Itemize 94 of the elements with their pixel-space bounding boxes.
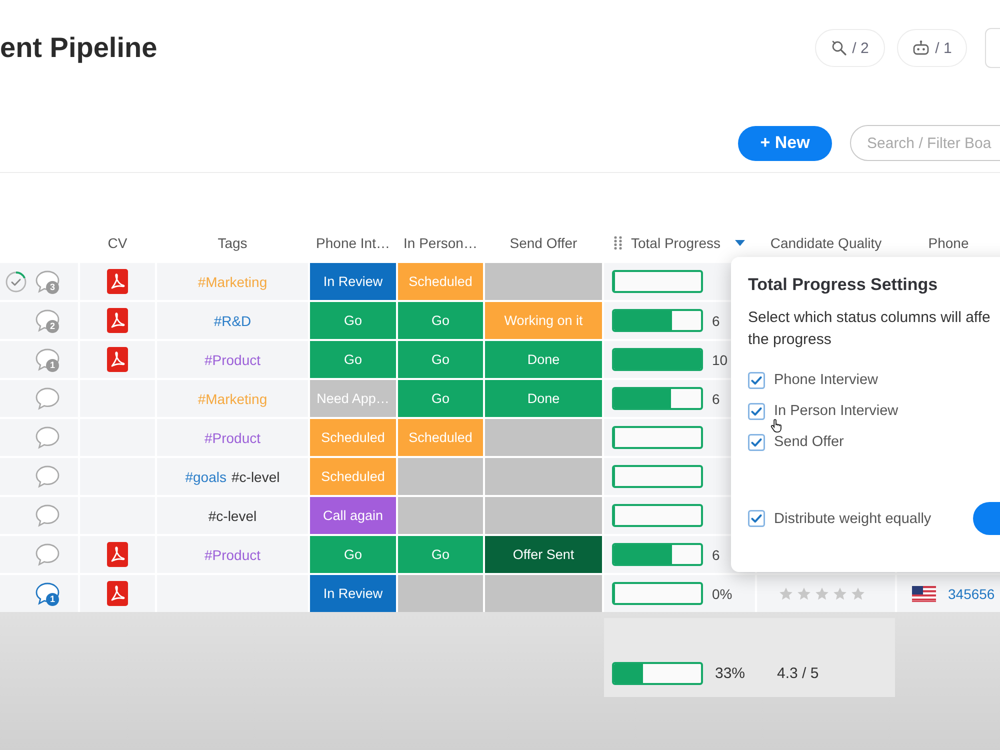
star-icon[interactable] xyxy=(779,586,793,600)
star-icon[interactable] xyxy=(851,586,865,600)
column-header: Total Progress xyxy=(631,235,720,251)
status-cell[interactable] xyxy=(398,458,483,495)
status-cell[interactable]: Go xyxy=(310,536,396,573)
pdf-icon[interactable] xyxy=(107,347,128,372)
status-cell[interactable]: Go xyxy=(310,302,396,339)
status-cell[interactable]: Working on it xyxy=(485,302,602,339)
status-cell[interactable]: Scheduled xyxy=(310,419,396,456)
tag-link[interactable]: #c-level xyxy=(208,508,257,524)
robot-icon xyxy=(912,40,930,56)
status-cell[interactable]: Scheduled xyxy=(310,458,396,495)
tag-link[interactable]: #Product xyxy=(204,546,261,562)
star-icon[interactable] xyxy=(797,586,811,600)
pdf-icon[interactable] xyxy=(107,269,128,294)
count-badge: 1 xyxy=(46,593,59,606)
search-field[interactable]: Search / Filter Boa xyxy=(850,125,1000,161)
column-header: CV xyxy=(108,235,128,251)
count-badge: 2 xyxy=(46,320,59,333)
column-header: Phone xyxy=(928,235,969,251)
star-icon[interactable] xyxy=(815,586,829,600)
drag-handle-icon[interactable] xyxy=(614,236,622,250)
quality-average: 4.3 / 5 xyxy=(777,664,819,684)
tag-link[interactable]: #c-level xyxy=(232,468,280,484)
tag-link[interactable]: #Product xyxy=(204,352,261,368)
option-label: Phone Interview xyxy=(774,372,878,388)
pdf-icon[interactable] xyxy=(107,581,128,606)
tag-link[interactable]: #goals xyxy=(185,468,226,484)
status-cell[interactable]: Go xyxy=(398,341,483,378)
progress-percent: 0% xyxy=(712,586,732,602)
status-cell[interactable]: Offer Sent xyxy=(485,536,602,573)
tag-link[interactable]: #R&D xyxy=(214,312,252,328)
chat-bubble-icon[interactable] xyxy=(35,426,60,449)
status-cell[interactable]: Done xyxy=(485,380,602,417)
progress-percent: 6 xyxy=(712,312,720,328)
phone-link[interactable]: 345656 xyxy=(948,586,995,602)
checkbox[interactable] xyxy=(748,372,765,388)
status-cell[interactable] xyxy=(485,575,602,612)
caret-icon[interactable] xyxy=(735,240,745,246)
status-cell[interactable]: Done xyxy=(485,341,602,378)
count-badge: 3 xyxy=(46,281,59,294)
tag-link[interactable]: #Marketing xyxy=(198,274,268,290)
counter-button[interactable]: / 1 xyxy=(897,29,967,67)
checkbox[interactable] xyxy=(748,434,765,450)
check-circle-icon[interactable] xyxy=(5,270,27,292)
status-cell[interactable] xyxy=(485,497,602,534)
column-header: Send Offer xyxy=(510,235,578,251)
option-label: Distribute weight equally xyxy=(774,510,932,526)
popup-title: Total Progress Settings xyxy=(748,275,939,295)
status-cell[interactable] xyxy=(398,575,483,612)
flag-icon xyxy=(912,586,936,602)
column-header: Candidate Quality xyxy=(770,235,882,251)
status-cell[interactable]: Go xyxy=(398,380,483,417)
popup-description: Select which status columns will affe the progress xyxy=(748,308,992,350)
status-cell[interactable]: In Review xyxy=(310,263,396,300)
chat-bubble-icon[interactable] xyxy=(35,465,60,488)
count-badge: 1 xyxy=(46,359,59,372)
option-label: In Person Interview xyxy=(774,403,898,419)
magnifier-icon xyxy=(831,40,848,56)
column-header: In Person… xyxy=(404,235,478,251)
status-cell[interactable] xyxy=(485,263,602,300)
progress-percent: 33% xyxy=(715,665,746,682)
status-cell[interactable]: Need App… xyxy=(310,380,396,417)
status-cell[interactable]: Call again xyxy=(310,497,396,534)
status-cell[interactable] xyxy=(398,497,483,534)
progress-percent: 6 xyxy=(712,390,720,406)
progress-percent: 10 xyxy=(712,352,728,368)
checkbox[interactable] xyxy=(748,402,765,420)
status-cell[interactable]: Go xyxy=(398,302,483,339)
column-header: Tags xyxy=(218,235,248,251)
status-cell[interactable] xyxy=(485,419,602,456)
progress-percent: 6 xyxy=(712,546,720,562)
star-icon[interactable] xyxy=(833,586,847,600)
status-cell[interactable]: Scheduled xyxy=(398,419,483,456)
pdf-icon[interactable] xyxy=(107,308,128,333)
option-label: Send Offer xyxy=(774,434,844,450)
pdf-icon[interactable] xyxy=(107,542,128,567)
status-cell[interactable]: Go xyxy=(398,536,483,573)
tag-link[interactable]: #Product xyxy=(204,430,261,446)
chat-bubble-icon[interactable] xyxy=(35,543,60,566)
status-cell[interactable]: Go xyxy=(310,341,396,378)
column-header: Phone Int… xyxy=(316,235,390,251)
tag-link[interactable]: #Marketing xyxy=(198,390,268,406)
status-cell[interactable]: In Review xyxy=(310,575,396,612)
chat-bubble-icon[interactable] xyxy=(35,504,60,527)
counter-button[interactable]: / 2 xyxy=(815,29,885,67)
checkbox[interactable] xyxy=(748,510,765,527)
status-cell[interactable]: Scheduled xyxy=(398,263,483,300)
status-cell[interactable] xyxy=(485,458,602,495)
star-rating[interactable] xyxy=(779,586,865,600)
new-button[interactable]: + New xyxy=(738,126,832,160)
chat-bubble-icon[interactable] xyxy=(35,387,60,410)
board-title: ent Pipeline xyxy=(0,31,158,65)
hand-cursor-icon xyxy=(770,419,782,433)
